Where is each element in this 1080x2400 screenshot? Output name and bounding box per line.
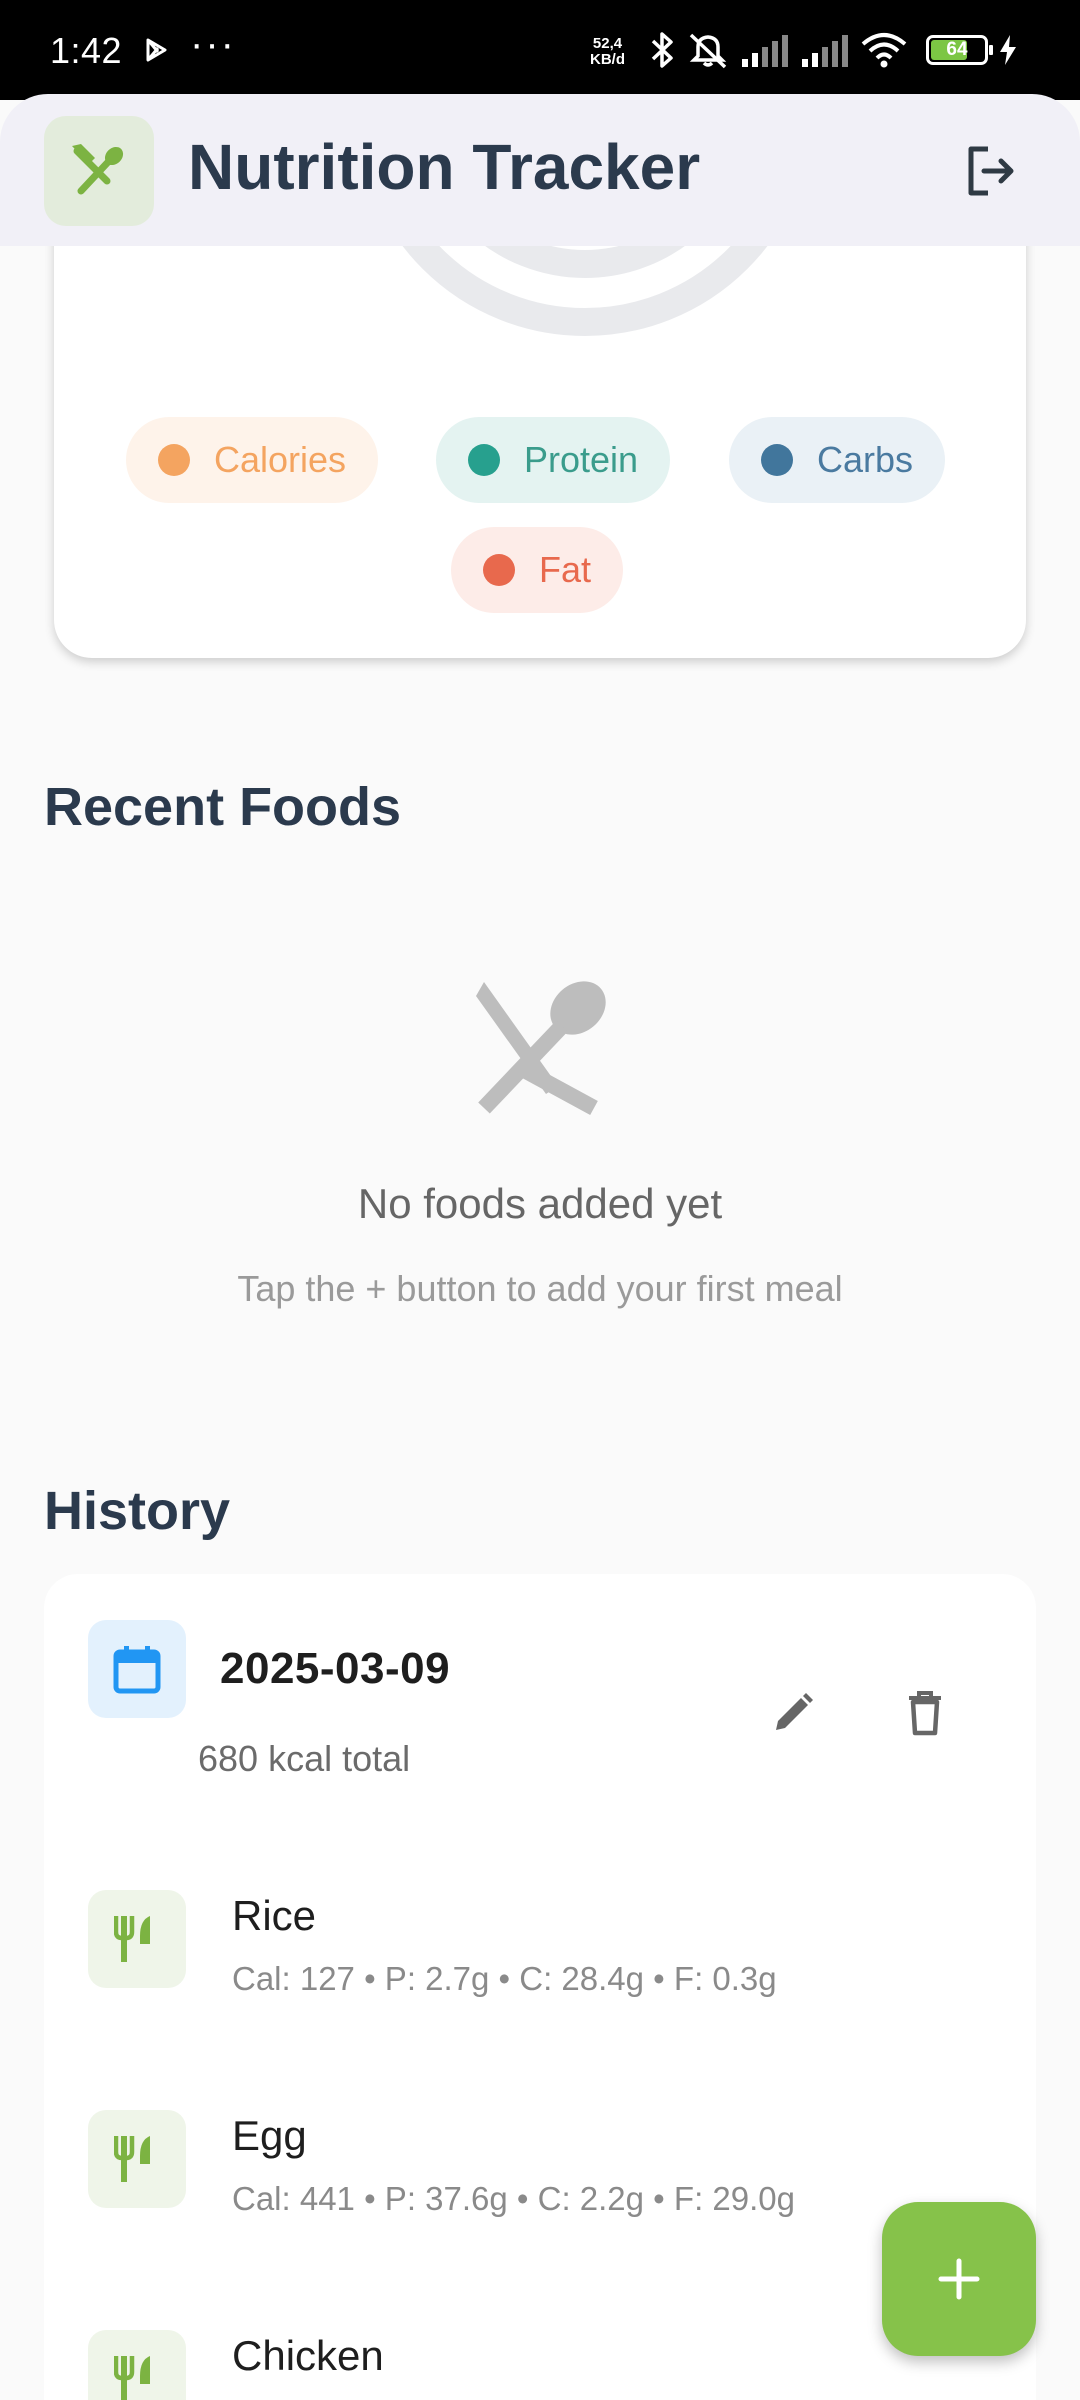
date-icon-box <box>88 1620 186 1718</box>
signal-icon-1 <box>742 35 788 67</box>
food-name: Egg <box>232 2112 307 2159</box>
legend-fat: Fat <box>451 527 624 613</box>
app-bar: Nutrition Tracker <box>0 94 1080 246</box>
food-icon-box <box>88 2110 186 2208</box>
legend-dot <box>158 444 190 476</box>
restaurant-icon <box>114 1916 150 1962</box>
mute-icon <box>689 33 727 69</box>
history-date: 2025-03-09 <box>220 1644 451 1693</box>
bluetooth-icon <box>651 32 673 68</box>
plus-icon <box>938 2258 980 2300</box>
signal-icon-2 <box>802 35 848 67</box>
add-food-button[interactable] <box>882 2202 1036 2356</box>
legend-protein: Protein <box>436 417 671 503</box>
status-time: 1:42 <box>50 30 123 71</box>
legend-dot <box>761 444 793 476</box>
edit-button[interactable] <box>758 1678 828 1748</box>
legend-calories: Calories <box>126 417 379 503</box>
more-notifications-icon: ··· <box>190 22 236 66</box>
food-name: Rice <box>232 1892 317 1939</box>
logout-icon <box>968 146 1014 196</box>
legend-dot <box>468 444 500 476</box>
status-bar: 1:42 ··· 52,4 KB/d 64 <box>0 0 1080 100</box>
food-icon-box <box>88 2330 186 2400</box>
restaurant-icon <box>114 2356 150 2400</box>
recent-foods-title: Recent Foods <box>44 777 402 837</box>
network-speed: 52,4 KB/d <box>590 35 625 68</box>
food-stats: Cal: 127 • P: 2.7g • C: 28.4g • F: 0.3g <box>232 1960 777 1997</box>
history-title: History <box>44 1481 231 1541</box>
history-total: 680 kcal total <box>198 1738 411 1779</box>
list-item[interactable]: Chicken <box>44 2330 1036 2400</box>
food-name: Chicken <box>232 2332 384 2379</box>
battery-icon: 64 <box>926 35 993 65</box>
empty-state-title: No foods added yet <box>357 1180 723 1227</box>
food-stats: Cal: 441 • P: 37.6g • C: 2.2g • F: 29.0g <box>232 2180 795 2217</box>
app-title: Nutrition Tracker <box>188 131 701 203</box>
status-icons: 64 <box>650 30 1018 70</box>
pencil-icon <box>776 1693 813 1730</box>
app-logo <box>44 116 154 226</box>
wifi-icon <box>861 33 907 68</box>
food-icon-box <box>88 1890 186 1988</box>
trash-icon <box>909 1691 941 1736</box>
legend-dot <box>483 554 515 586</box>
calendar-icon <box>113 1646 161 1694</box>
play-store-icon <box>146 38 167 62</box>
fork-spoon-icon <box>72 144 124 195</box>
delete-button[interactable] <box>890 1678 960 1748</box>
empty-state-subtitle: Tap the + button to add your first meal <box>237 1268 843 1309</box>
nutrition-chart-card: Calories Protein Carbs Fat <box>54 180 1026 658</box>
list-item[interactable]: Rice Cal: 127 • P: 2.7g • C: 28.4g • F: … <box>44 1890 1036 2040</box>
logout-button[interactable] <box>958 138 1024 204</box>
screen: 1:42 ··· 52,4 KB/d 64 Calories Protein C… <box>0 0 1080 2400</box>
charging-icon <box>1000 35 1016 65</box>
legend-carbs: Carbs <box>729 417 946 503</box>
no-food-icon <box>476 981 606 1116</box>
restaurant-icon <box>114 2136 150 2182</box>
